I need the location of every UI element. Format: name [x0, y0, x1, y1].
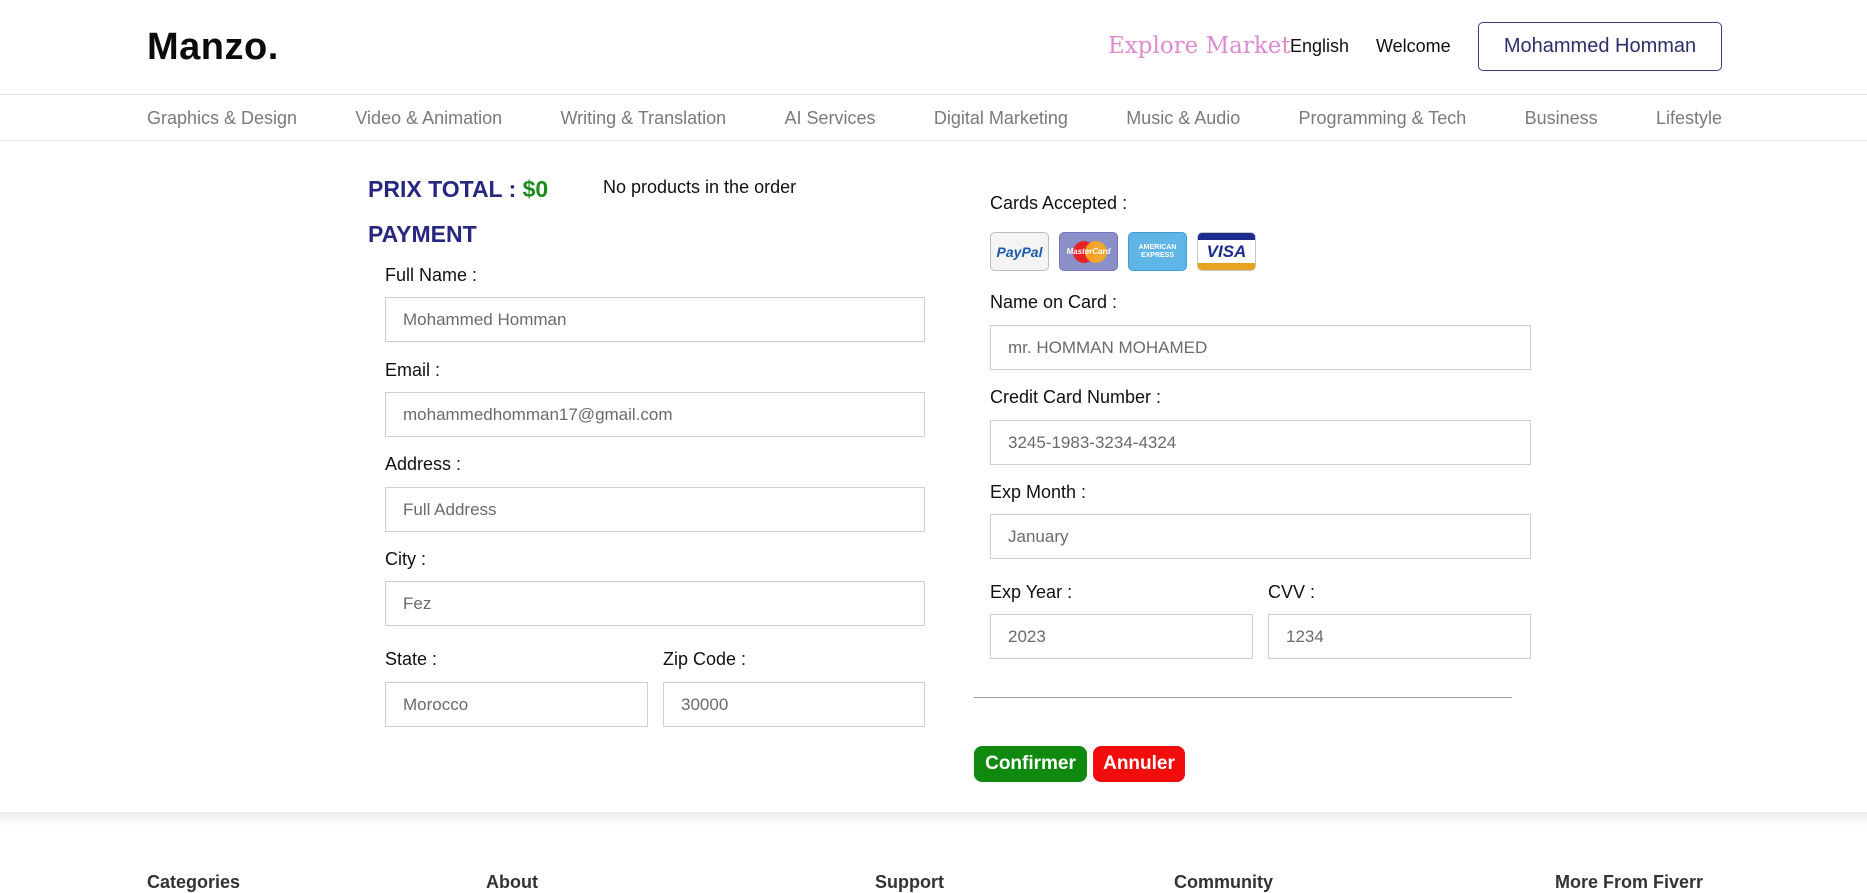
accepted-cards: PayPal MasterCard AMERICAN EXPRESS VISA	[990, 232, 1256, 271]
credit-card-number-label: Credit Card Number :	[990, 387, 1162, 407]
credit-card-number-input[interactable]	[990, 420, 1531, 465]
prix-total: PRIX TOTAL : $0	[368, 176, 548, 203]
exp-month-label: Exp Month :	[990, 482, 1087, 502]
category-programming-tech[interactable]: Programming & Tech	[1299, 108, 1467, 129]
state-input[interactable]	[385, 682, 648, 727]
footer-heading-about: About	[486, 872, 538, 892]
top-navbar: Manzo. Explore Market English Welcome Mo…	[0, 0, 1867, 95]
cancel-button[interactable]: Annuler	[1093, 746, 1185, 782]
mastercard-icon: MasterCard	[1059, 232, 1118, 271]
cvv-label: CVV :	[1268, 582, 1316, 602]
prix-total-label: PRIX TOTAL :	[368, 176, 517, 202]
footer-heading-more-from-fiverr: More From Fiverr	[1555, 872, 1704, 892]
category-writing-translation[interactable]: Writing & Translation	[560, 108, 726, 129]
confirm-button[interactable]: Confirmer	[974, 746, 1087, 782]
user-account-button[interactable]: Mohammed Homman	[1478, 22, 1722, 71]
category-music-audio[interactable]: Music & Audio	[1126, 108, 1240, 129]
exp-year-label: Exp Year :	[990, 582, 1073, 602]
category-ai-services[interactable]: AI Services	[785, 108, 876, 129]
cards-accepted-label: Cards Accepted :	[990, 193, 1128, 213]
name-on-card-input[interactable]	[990, 325, 1531, 370]
state-label: State :	[385, 649, 438, 669]
address-label: Address :	[385, 454, 462, 474]
exp-year-input[interactable]	[990, 614, 1253, 659]
cvv-input[interactable]	[1268, 614, 1531, 659]
email-label: Email :	[385, 360, 441, 380]
mastercard-text: MasterCard	[1066, 247, 1111, 256]
category-business[interactable]: Business	[1525, 108, 1598, 129]
welcome-link[interactable]: Welcome	[1376, 36, 1451, 57]
category-navbar: Graphics & Design Video & Animation Writ…	[0, 95, 1867, 141]
zip-code-input[interactable]	[663, 682, 925, 727]
american-express-icon: AMERICAN EXPRESS	[1128, 232, 1187, 271]
name-on-card-label: Name on Card :	[990, 292, 1118, 312]
order-status-text: No products in the order	[603, 177, 797, 197]
visa-icon: VISA	[1197, 232, 1256, 271]
category-digital-marketing[interactable]: Digital Marketing	[934, 108, 1068, 129]
form-divider	[974, 697, 1512, 698]
language-selector[interactable]: English	[1290, 36, 1349, 57]
city-input[interactable]	[385, 581, 925, 626]
zip-code-label: Zip Code :	[663, 649, 747, 669]
footer-heading-community: Community	[1174, 872, 1273, 892]
category-graphics-design[interactable]: Graphics & Design	[147, 108, 297, 129]
full-name-label: Full Name :	[385, 265, 478, 285]
category-video-animation[interactable]: Video & Animation	[355, 108, 502, 129]
paypal-icon: PayPal	[990, 232, 1049, 271]
email-input[interactable]	[385, 392, 925, 437]
footer-separator	[0, 812, 1867, 826]
footer-heading-categories: Categories	[147, 872, 241, 892]
city-label: City :	[385, 549, 427, 569]
payment-title: PAYMENT	[368, 221, 477, 247]
footer-heading-support: Support	[875, 872, 944, 892]
prix-total-amount: $0	[522, 176, 549, 202]
explore-market-link[interactable]: Explore Market	[1108, 33, 1291, 59]
exp-month-input[interactable]	[990, 514, 1531, 559]
address-input[interactable]	[385, 487, 925, 532]
category-lifestyle[interactable]: Lifestyle	[1656, 108, 1722, 129]
full-name-input[interactable]	[385, 297, 925, 342]
site-logo[interactable]: Manzo.	[147, 26, 279, 69]
